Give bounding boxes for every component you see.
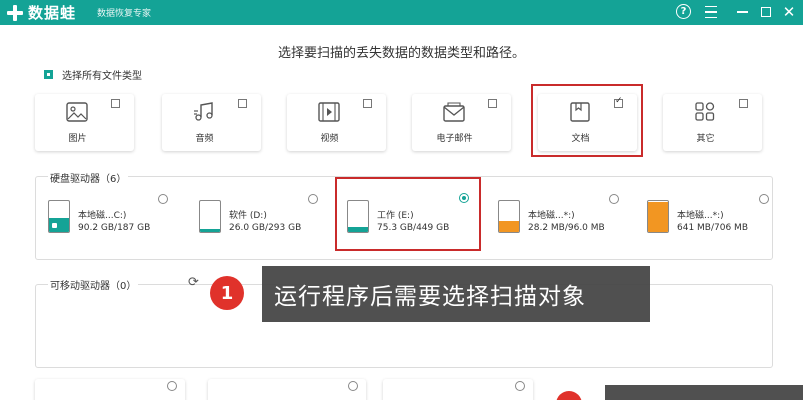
drive-name: 软件 (D:) [229,211,267,221]
file-type-label: 电子邮件 [436,134,473,144]
title-bar: 数据蛙 数据恢复专家 ? ✕ [0,0,803,25]
refresh-icon[interactable]: ⟳ [188,276,202,290]
app-name: 数据蛙 [28,4,77,22]
instruction-callout-partial [605,385,803,400]
drive-item[interactable]: 软件 (D:) 26.0 GB/293 GB [199,193,349,243]
drive-radio[interactable] [759,194,769,204]
file-type-label: 图片 [68,134,87,144]
drive-size: 90.2 GB/187 GB [78,223,151,233]
location-radio[interactable] [348,381,358,391]
app-logo: 数据蛙 [6,3,76,22]
drive-highlight-box [335,177,481,251]
drive-item[interactable]: 本地磁...*:) 28.2 MB/96.0 MB [498,193,648,243]
instruction-callout: 运行程序后需要选择扫描对象 [262,266,650,322]
drive-name: 本地磁...C:) [78,211,127,221]
callout-text: 运行程序后需要选择扫描对象 [274,284,586,310]
maximize-icon[interactable] [757,3,775,21]
file-type-label: 音频 [195,134,214,144]
file-type-label: 其它 [696,134,715,144]
drive-name: 本地磁...*:) [528,211,575,221]
email-icon [442,100,466,124]
select-all-label: 选择所有文件类型 [62,71,142,82]
select-all-checkbox[interactable]: 选择所有文件类型 [44,67,142,82]
close-icon[interactable]: ✕ [780,3,798,21]
drive-radio[interactable] [308,194,318,204]
file-type-checkbox[interactable] [488,99,497,108]
drive-size: 26.0 GB/293 GB [229,223,302,233]
file-type-label: 视频 [320,134,339,144]
step-number-badge-partial [556,391,582,400]
bottom-location-card[interactable] [35,379,185,400]
drive-radio[interactable] [158,194,168,204]
hard-drive-title: 硬盘驱动器（6） [48,170,129,185]
location-radio[interactable] [515,381,525,391]
bottom-location-card[interactable] [383,379,533,400]
other-icon [693,100,717,124]
file-type-card-image[interactable]: 图片 [35,94,134,151]
image-icon [65,100,89,124]
help-icon[interactable]: ? [676,4,691,19]
drive-item[interactable]: 本地磁...*:) 641 MB/706 MB [647,193,797,243]
bottom-location-card[interactable] [208,379,366,400]
drive-radio[interactable] [609,194,619,204]
app-subtitle: 数据恢复专家 [97,9,152,19]
file-type-card-video[interactable]: 视频 [287,94,386,151]
file-type-checkbox[interactable] [363,99,372,108]
drive-icon [647,200,669,233]
page-heading: 选择要扫描的丢失数据的数据类型和路径。 [277,46,525,61]
drive-item[interactable]: 本地磁...C:) 90.2 GB/187 GB [48,193,198,243]
drive-size: 28.2 MB/96.0 MB [528,223,605,233]
music-icon [192,100,216,124]
menu-icon[interactable] [702,3,720,21]
drive-size: 641 MB/706 MB [677,223,748,233]
location-radio[interactable] [167,381,177,391]
file-type-card-audio[interactable]: 音频 [162,94,261,151]
file-type-checkbox[interactable] [111,99,120,108]
file-type-card-email[interactable]: 电子邮件 [412,94,511,151]
file-type-checkbox[interactable] [739,99,748,108]
step-number-badge: 1 [210,276,244,310]
drive-icon [498,200,520,233]
plus-logo-icon [6,4,24,22]
video-icon [317,100,341,124]
document-highlight-box [531,84,643,157]
drive-icon [48,200,70,233]
drive-name: 本地磁...*:) [677,211,724,221]
file-type-card-other[interactable]: 其它 [663,94,762,151]
drive-icon [199,200,221,233]
checkbox-checked-icon [44,70,53,79]
file-type-checkbox[interactable] [238,99,247,108]
minimize-icon[interactable] [733,3,751,21]
removable-drive-title: 可移动驱动器（0） [48,277,139,292]
